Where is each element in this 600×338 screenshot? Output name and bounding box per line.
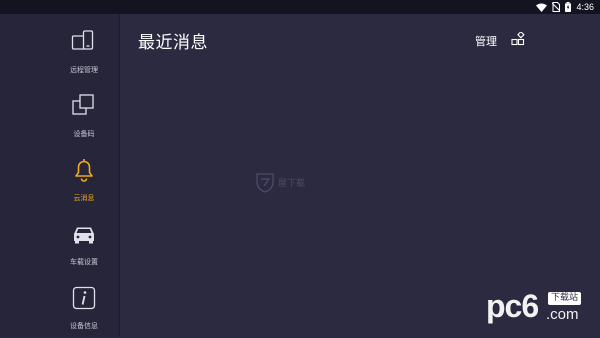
watermark-brand: pc6	[486, 288, 539, 324]
sidebar-item-label: 车载设置	[70, 258, 98, 266]
battery-icon	[565, 2, 572, 12]
sidebar-item-car-settings[interactable]: 车载设置	[0, 212, 119, 274]
watermark-badge: 下载站	[548, 292, 582, 305]
sidebar-item-device-info[interactable]: 设备信息	[0, 276, 119, 338]
no-sim-icon	[552, 2, 561, 12]
sidebar-item-label: 远程管理	[70, 66, 98, 74]
sidebar-item-label: 设备码	[73, 130, 95, 138]
sidebar-item-label: 设备信息	[70, 322, 98, 330]
device-code-icon	[71, 93, 97, 119]
watermark-logo: pc6 下载站 .com	[486, 288, 596, 328]
bell-icon	[71, 157, 97, 183]
empty-state-text: 屋下载	[278, 179, 306, 189]
sidebar-item-label: 云消息	[73, 194, 95, 202]
info-icon	[71, 285, 97, 311]
status-icons: 4:36	[536, 0, 594, 14]
sidebar-item-device-code[interactable]: 设备码	[0, 84, 119, 146]
sidebar: 远程管理 设备码 云消息 车载设置 设备信息	[0, 14, 120, 337]
page-title: 最近消息	[138, 33, 208, 53]
empty-state-logo-icon	[255, 171, 275, 197]
sidebar-item-cloud-messages[interactable]: 云消息	[0, 148, 119, 210]
wifi-icon	[536, 3, 548, 12]
status-bar: 4:36	[0, 0, 600, 14]
remote-devices-icon	[71, 29, 97, 55]
car-icon	[71, 221, 97, 247]
watermark-suffix: .com	[546, 306, 579, 323]
status-time: 4:36	[576, 2, 594, 12]
sidebar-item-remote-management[interactable]: 远程管理	[0, 20, 119, 82]
manage-grid-icon[interactable]	[511, 30, 525, 50]
manage-button[interactable]: 管理	[475, 33, 497, 49]
